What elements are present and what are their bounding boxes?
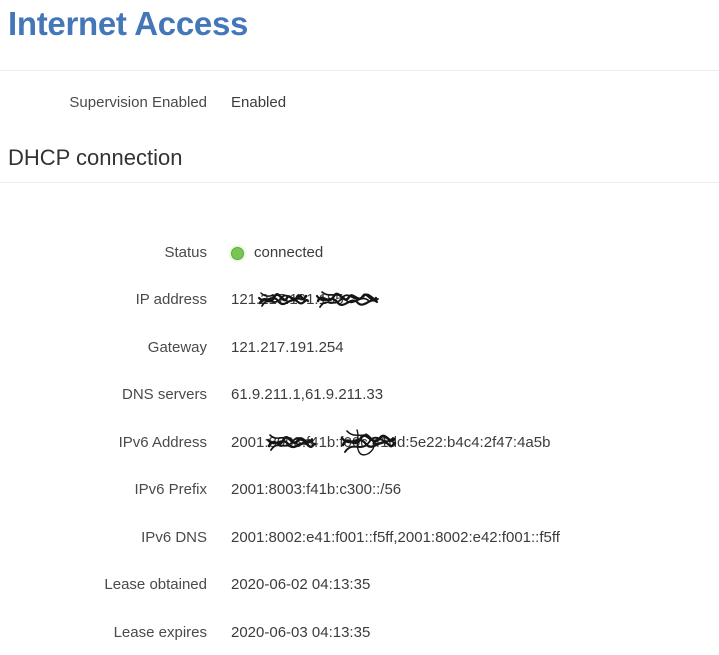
status-text: connected bbox=[254, 244, 324, 261]
lease-obtained-label: Lease obtained bbox=[104, 576, 207, 593]
table-row: DNS servers 61.9.211.1,61.9.211.33 bbox=[0, 383, 719, 407]
dns-servers-value: 61.9.211.1,61.9.211.33 bbox=[231, 386, 384, 403]
ipv6-address-value: 2001:8003:f41b:f00c:41dd:5e22:b4c4:2f47:… bbox=[231, 429, 551, 456]
status-label: Status bbox=[164, 244, 207, 261]
table-row: IPv6 Address 2001:8003:f41b:f00c:41dd:5e… bbox=[0, 429, 719, 456]
ipv6-address-text: 2001:8003:f41b:f00c:41dd:5e22:b4c4:2f47:… bbox=[231, 434, 551, 451]
ip-address-redacted: 121.217.191.185 bbox=[231, 288, 379, 312]
lease-obtained-value: 2020-06-02 04:13:35 bbox=[231, 576, 371, 593]
supervision-value: Enabled bbox=[231, 94, 287, 111]
section-title-dhcp-connection: DHCP connection bbox=[8, 145, 183, 170]
ip-address-label: IP address bbox=[135, 291, 207, 308]
gateway-label: Gateway bbox=[147, 339, 207, 356]
table-row: IPv6 Prefix 2001:8003:f41b:c300::/56 bbox=[0, 478, 719, 502]
table-row: Status connected bbox=[0, 241, 719, 265]
supervision-row: Supervision Enabled Enabled bbox=[0, 91, 719, 115]
header-divider bbox=[0, 70, 719, 71]
status-value: connected bbox=[231, 241, 323, 265]
ip-address-value: 121.217.191.185 bbox=[231, 288, 379, 312]
ipv6-address-label: IPv6 Address bbox=[118, 434, 207, 451]
lease-expires-label: Lease expires bbox=[113, 624, 207, 641]
ip-address-text: 121.217.191.185 bbox=[231, 291, 344, 308]
dns-servers-label: DNS servers bbox=[121, 386, 207, 403]
ipv6-prefix-label: IPv6 Prefix bbox=[134, 481, 207, 498]
ipv6-dns-value: 2001:8002:e41:f001::f5ff,2001:8002:e42:f… bbox=[231, 529, 560, 546]
ipv6-address-redacted: 2001:8003:f41b:f00c:41dd:5e22:b4c4:2f47:… bbox=[231, 429, 551, 456]
page-title: Internet Access bbox=[8, 5, 249, 42]
table-row: Gateway 121.217.191.254 bbox=[0, 336, 719, 360]
table-row: IP address 121.217.191.185 bbox=[0, 288, 719, 312]
table-row: Lease obtained 2020-06-02 04:13:35 bbox=[0, 573, 719, 597]
section-divider bbox=[0, 182, 719, 183]
ipv6-dns-label: IPv6 DNS bbox=[141, 529, 207, 546]
lease-expires-value: 2020-06-03 04:13:35 bbox=[231, 624, 371, 641]
table-row: IPv6 DNS 2001:8002:e41:f001::f5ff,2001:8… bbox=[0, 526, 719, 550]
table-row: Lease expires 2020-06-03 04:13:35 bbox=[0, 621, 719, 645]
status-dot-green-icon bbox=[231, 246, 244, 260]
gateway-value: 121.217.191.254 bbox=[231, 339, 344, 356]
supervision-label: Supervision Enabled bbox=[69, 94, 207, 111]
ipv6-prefix-value: 2001:8003:f41b:c300::/56 bbox=[231, 481, 402, 498]
